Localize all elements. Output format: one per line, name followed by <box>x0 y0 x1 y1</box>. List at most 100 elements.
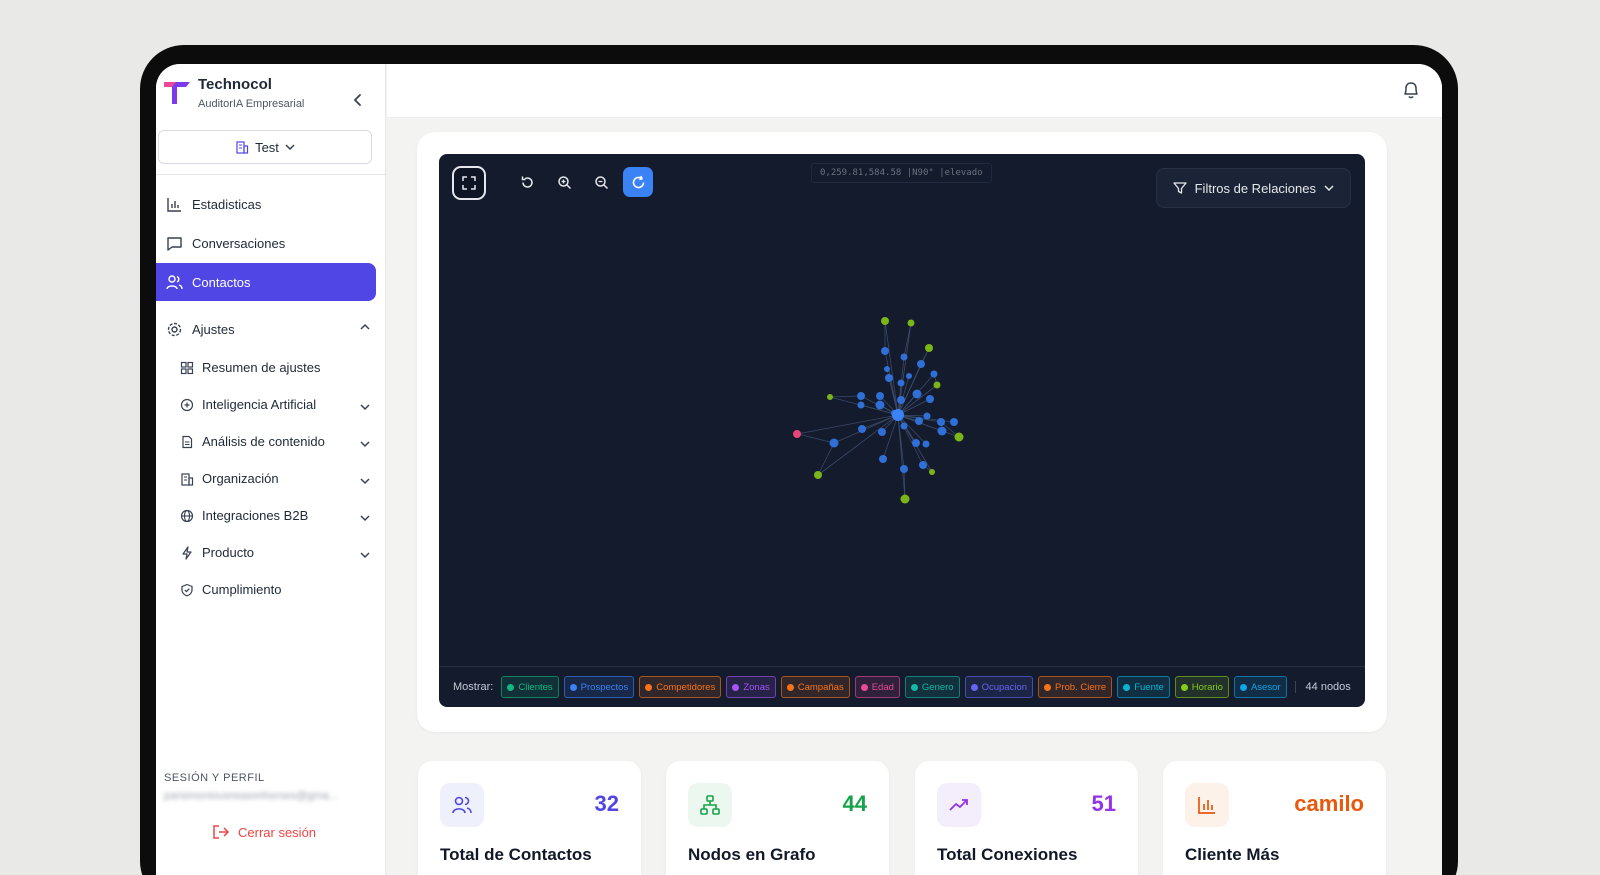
graph-node[interactable] <box>912 389 922 399</box>
legend-chip[interactable]: Ocupacion <box>964 676 1033 698</box>
fullscreen-icon <box>462 176 476 190</box>
graph-node[interactable] <box>876 392 884 400</box>
graph-node[interactable] <box>930 370 938 378</box>
legend-chip[interactable]: Horario <box>1174 676 1229 698</box>
graph-node[interactable] <box>926 395 934 403</box>
legend-dot <box>1239 683 1247 691</box>
graph-node[interactable] <box>915 417 923 425</box>
app-screen: Technocol AuditorIA Empresarial Test Est… <box>156 64 1442 875</box>
graph-card: 0,259.81,584.58 |N90° |elevado Filtros d… <box>417 132 1387 732</box>
graph-node[interactable] <box>884 366 890 372</box>
sidebar-subitem[interactable]: Producto <box>156 534 386 571</box>
graph-node[interactable] <box>919 461 927 469</box>
stat-card: 51 Total Conexiones <box>915 761 1138 875</box>
sidebar-subitem[interactable]: Integraciones B2B <box>156 497 386 534</box>
legend-chip[interactable]: Prob. Cierre <box>1038 676 1113 698</box>
sidebar-item-conversaciones[interactable]: Conversaciones <box>156 224 386 262</box>
graph-node[interactable] <box>857 392 865 400</box>
sidebar-item-estadisticas[interactable]: Estadisticas <box>156 185 386 223</box>
graph-edge <box>903 468 906 500</box>
legend-chip[interactable]: Zonas <box>726 676 776 698</box>
chevron-down-icon <box>360 473 370 488</box>
graph-canvas[interactable] <box>439 154 1365 667</box>
workspace-select[interactable]: Test <box>158 130 372 164</box>
graph-node[interactable] <box>897 396 905 404</box>
logout-button[interactable]: Cerrar sesión <box>212 824 316 840</box>
graph-node[interactable] <box>925 344 933 352</box>
graph-node[interactable] <box>900 494 910 504</box>
sidebar-subitem[interactable]: Inteligencia Artificial <box>156 386 386 423</box>
sidebar-subitem-label: Producto <box>202 545 255 560</box>
relationship-filters-button[interactable]: Filtros de Relaciones <box>1155 168 1351 208</box>
graph-node[interactable] <box>950 418 958 426</box>
graph-node[interactable] <box>858 425 866 433</box>
stat-value: 32 <box>594 791 619 816</box>
stat-label: Total Conexiones <box>937 845 1078 864</box>
sidebar-subitem[interactable]: Resumen de ajustes <box>156 349 386 386</box>
legend-chip[interactable]: Clientes <box>501 676 559 698</box>
legend-chip[interactable]: Asesor <box>1233 676 1287 698</box>
legend-chip-label: Competidores <box>656 681 716 693</box>
graph-node[interactable] <box>937 418 945 426</box>
legend-chip-label: Campañas <box>797 681 844 693</box>
message-icon <box>167 236 182 251</box>
legend-chip[interactable]: Edad <box>854 676 900 698</box>
graph-edge <box>817 442 835 476</box>
relationship-graph[interactable]: 0,259.81,584.58 |N90° |elevado Filtros d… <box>439 154 1365 707</box>
graph-node[interactable] <box>793 430 801 438</box>
graph-node[interactable] <box>900 422 908 430</box>
logout-label: Cerrar sesión <box>238 824 317 840</box>
graph-node[interactable] <box>827 394 833 400</box>
graph-node[interactable] <box>900 465 908 473</box>
legend-chip[interactable]: Prospectos <box>563 676 635 698</box>
graph-node[interactable] <box>829 438 839 448</box>
graph-node[interactable] <box>878 428 886 436</box>
reset-view-button[interactable] <box>512 167 542 197</box>
graph-node[interactable] <box>881 317 889 325</box>
graph-node[interactable] <box>900 353 908 361</box>
notifications-button[interactable] <box>1402 80 1420 105</box>
graph-hub-node[interactable] <box>892 409 904 421</box>
graph-node[interactable] <box>906 373 912 379</box>
collapse-sidebar-button[interactable] <box>348 90 368 110</box>
sidebar-subitem-label: Organización <box>202 471 279 486</box>
legend-dot <box>860 683 868 691</box>
graph-node[interactable] <box>929 469 935 475</box>
legend-chip[interactable]: Competidores <box>639 676 722 698</box>
logout-icon <box>213 825 230 839</box>
sidebar-subitem[interactable]: Organización <box>156 460 386 497</box>
graph-node[interactable] <box>912 439 920 447</box>
graph-node[interactable] <box>923 412 931 420</box>
sidebar-subitem[interactable]: Cumplimiento <box>156 571 386 608</box>
graph-node[interactable] <box>875 400 885 410</box>
legend-chip[interactable]: Genero <box>904 676 960 698</box>
graph-node[interactable] <box>897 379 905 387</box>
legend-chip[interactable]: Campañas <box>780 676 850 698</box>
brand: Technocol AuditorIA Empresarial <box>162 76 380 112</box>
chip-list: Clientes Prospectos Competidores Zonas Campa… <box>501 676 1287 698</box>
sidebar-subitem-label: Resumen de ajustes <box>202 360 321 375</box>
network-icon <box>688 783 732 827</box>
graph-node[interactable] <box>933 381 941 389</box>
graph-node[interactable] <box>814 471 822 479</box>
zoom-out-button[interactable] <box>586 167 616 197</box>
graph-node[interactable] <box>937 426 947 436</box>
graph-node[interactable] <box>879 455 887 463</box>
legend-dot <box>970 683 978 691</box>
graph-node[interactable] <box>954 432 964 442</box>
graph-node[interactable] <box>857 401 865 409</box>
stat-value: 51 <box>1091 791 1116 816</box>
graph-node[interactable] <box>885 374 893 382</box>
sidebar-item-contactos[interactable]: Contactos <box>156 263 376 301</box>
legend-chip[interactable]: Fuente <box>1117 676 1170 698</box>
sidebar-subitem[interactable]: Análisis de contenido <box>156 423 386 460</box>
graph-node[interactable] <box>917 360 925 368</box>
zoom-in-button[interactable] <box>549 167 579 197</box>
graph-node[interactable] <box>907 319 915 327</box>
refresh-button[interactable] <box>623 167 653 197</box>
graph-node[interactable] <box>922 440 930 448</box>
graph-node[interactable] <box>881 347 889 355</box>
fullscreen-button[interactable] <box>452 166 486 200</box>
sidebar-item-ajustes[interactable]: Ajustes <box>156 310 386 348</box>
